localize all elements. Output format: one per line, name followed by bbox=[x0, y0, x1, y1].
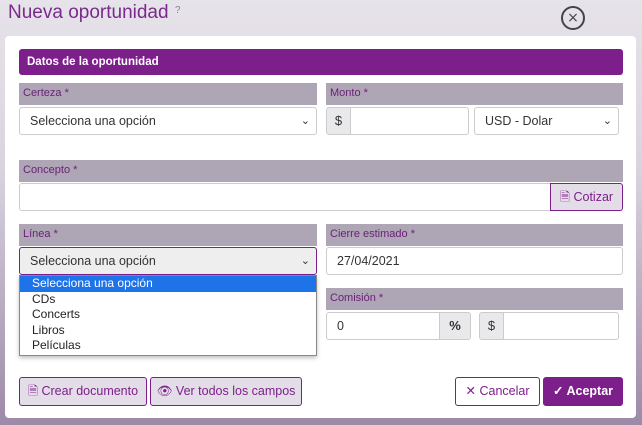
dropdown-option[interactable]: Películas bbox=[20, 338, 316, 354]
cancel-label: Cancelar bbox=[479, 384, 530, 398]
dollar-addon: $ bbox=[326, 107, 351, 135]
dollar-toggle[interactable]: $ bbox=[479, 312, 504, 340]
eye-icon: 👁 bbox=[156, 384, 173, 398]
monto-label: Monto * bbox=[326, 83, 623, 105]
comision-input[interactable]: 0 bbox=[326, 312, 440, 340]
crear-documento-label: Crear documento bbox=[41, 384, 139, 398]
linea-dropdown: Selecciona una opción CDs Concerts Libro… bbox=[19, 275, 317, 356]
dropdown-option[interactable]: Libros bbox=[20, 323, 316, 339]
section-header: Datos de la oportunidad bbox=[19, 49, 623, 75]
ver-campos-button[interactable]: 👁 Ver todos los campos bbox=[150, 377, 302, 406]
dropdown-option[interactable]: Selecciona una opción bbox=[20, 276, 316, 292]
pdf-icon: 🗎 bbox=[27, 384, 38, 398]
percent-toggle[interactable]: % bbox=[439, 312, 471, 340]
close-icon[interactable]: × bbox=[561, 6, 585, 30]
dropdown-option[interactable]: CDs bbox=[20, 292, 316, 308]
chevron-down-icon: ⌄ bbox=[300, 114, 310, 127]
cotizar-label: Cotizar bbox=[573, 190, 614, 204]
linea-value: Selecciona una opción bbox=[30, 254, 156, 268]
concepto-label: Concepto * bbox=[19, 160, 623, 182]
linea-label: Línea * bbox=[19, 224, 317, 246]
crear-documento-button[interactable]: 🗎 Crear documento bbox=[19, 377, 147, 406]
cierre-label: Cierre estimado * bbox=[326, 224, 623, 246]
cancel-button[interactable]: ✕ Cancelar bbox=[455, 377, 540, 406]
dropdown-option[interactable]: Concerts bbox=[20, 307, 316, 323]
linea-select[interactable]: Selecciona una opción ⌄ bbox=[19, 247, 317, 275]
concepto-input[interactable] bbox=[19, 183, 551, 211]
close-icon: ✕ bbox=[465, 384, 476, 398]
certeza-select[interactable]: Selecciona una opción ⌄ bbox=[19, 107, 317, 135]
monto-input[interactable] bbox=[350, 107, 469, 135]
help-icon[interactable]: ? bbox=[175, 5, 181, 16]
document-icon: 🗎 bbox=[559, 190, 570, 204]
certeza-value: Selecciona una opción bbox=[30, 114, 156, 128]
opportunity-modal: Datos de la oportunidad Certeza * Selecc… bbox=[5, 36, 636, 418]
accept-label: Aceptar bbox=[566, 384, 614, 398]
certeza-label: Certeza * bbox=[19, 83, 317, 105]
accept-button[interactable]: ✓ Aceptar bbox=[543, 377, 623, 406]
page-title: Nueva oportunidad bbox=[8, 2, 169, 23]
currency-value: USD - Dolar bbox=[485, 114, 553, 128]
comision-amount-input[interactable] bbox=[503, 312, 619, 340]
ver-campos-label: Ver todos los campos bbox=[175, 384, 296, 398]
chevron-down-icon: ⌄ bbox=[602, 114, 612, 127]
comision-label: Comisión * bbox=[326, 288, 623, 310]
cierre-input[interactable]: 27/04/2021 bbox=[326, 247, 623, 275]
cotizar-button[interactable]: 🗎 Cotizar bbox=[550, 183, 623, 211]
chevron-down-icon: ⌄ bbox=[300, 254, 310, 267]
currency-select[interactable]: USD - Dolar ⌄ bbox=[474, 107, 619, 135]
check-icon: ✓ bbox=[552, 384, 564, 398]
